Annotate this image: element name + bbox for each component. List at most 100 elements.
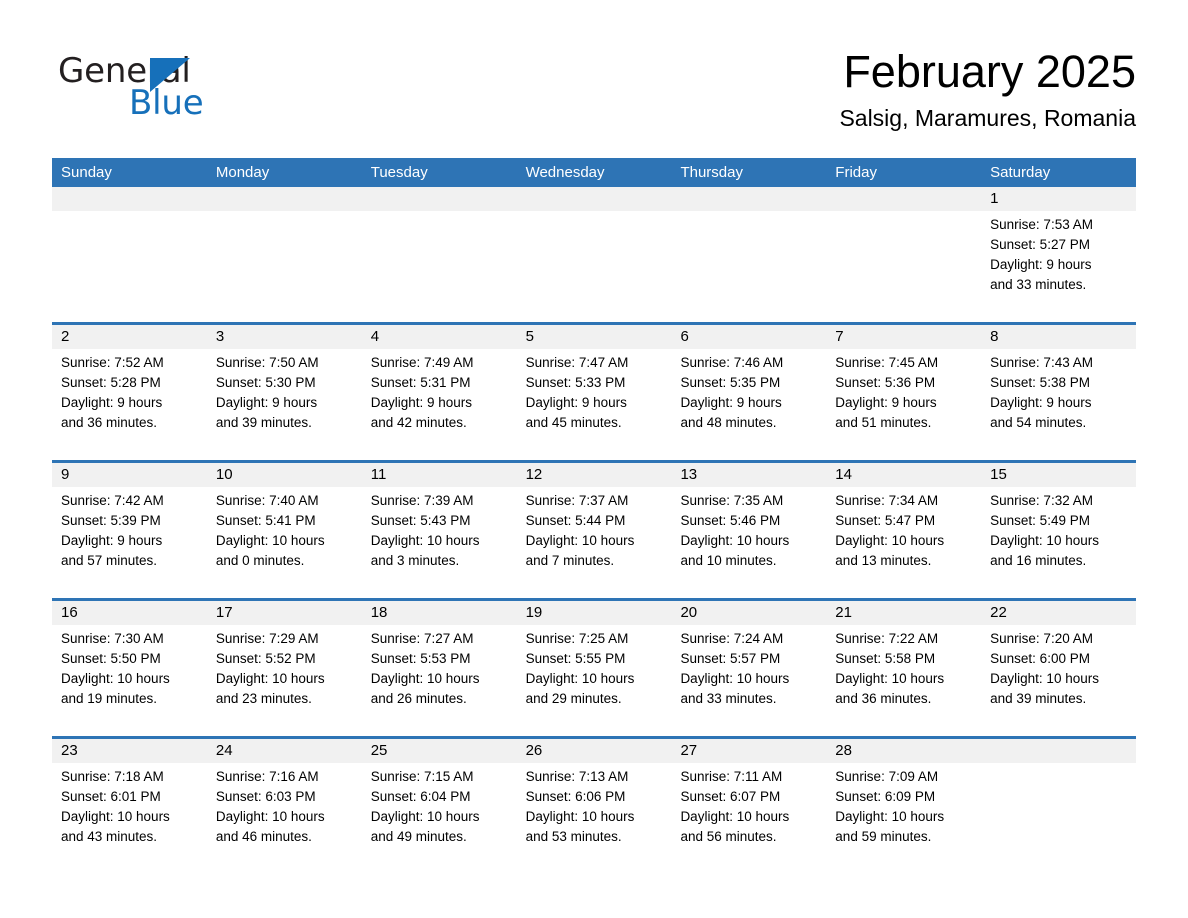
calendar-day-cell[interactable]: 4 Sunrise: 7:49 AM Sunset: 5:31 PM Daylight… (361, 325, 517, 454)
calendar-cell-empty (826, 187, 982, 316)
calendar-day-cell[interactable]: 16 Sunrise: 7:30 AM Sunset: 5:50 PM Dayligh… (52, 601, 207, 730)
daylight-text: and 49 minutes. (370, 829, 467, 844)
sunrise-text: Sunrise: 7:15 AM (370, 769, 474, 784)
daylight-text: and 54 minutes. (990, 415, 1087, 430)
sunrise-text: Sunrise: 7:18 AM (61, 769, 164, 784)
day-details: Sunrise: 7:53 AM Sunset: 5:27 PM Daylight:… (981, 211, 1136, 295)
day-number (516, 187, 672, 211)
sunset-text: Sunset: 5:44 PM (525, 513, 626, 528)
calendar-day-cell[interactable]: 19 Sunrise: 7:25 AM Sunset: 5:55 PM Dayligh… (516, 601, 672, 730)
sunset-text: Sunset: 5:38 PM (990, 375, 1090, 390)
calendar-day-cell[interactable]: 25 Sunrise: 7:15 AM Sunset: 6:04 PM Dayligh… (361, 739, 517, 868)
daylight-text: and 33 minutes. (680, 691, 777, 706)
sunrise-text: Sunrise: 7:50 AM (215, 355, 319, 370)
day-number: 27 (671, 739, 827, 763)
day-number: 1 (981, 187, 1137, 211)
sunset-text: Sunset: 5:49 PM (990, 513, 1090, 528)
page-header: General Blue February 2025 Salsig, Maram… (0, 0, 1188, 158)
daylight-text: and 0 minutes. (215, 553, 305, 568)
day-details: Sunrise: 7:25 AM Sunset: 5:55 PM Daylight:… (517, 625, 672, 709)
calendar-day-cell[interactable]: 1 Sunrise: 7:53 AM Sunset: 5:27 PM Daylight… (981, 187, 1137, 316)
calendar-day-cell[interactable]: 15 Sunrise: 7:32 AM Sunset: 5:49 PM Dayligh… (981, 463, 1137, 592)
daylight-text: Daylight: 9 hours (680, 395, 782, 410)
daylight-text: and 13 minutes. (835, 553, 932, 568)
daylight-text: Daylight: 10 hours (525, 671, 635, 686)
weekday-monday: Monday (215, 164, 270, 181)
day-details: Sunrise: 7:50 AM Sunset: 5:30 PM Daylight:… (207, 349, 362, 433)
daylight-text: and 42 minutes. (370, 415, 467, 430)
daylight-text: and 53 minutes. (525, 829, 622, 844)
title-block: February 2025 Salsig, Maramures, Romania (839, 46, 1136, 132)
day-number: 24 (206, 739, 362, 763)
calendar-day-cell[interactable]: 17 Sunrise: 7:29 AM Sunset: 5:52 PM Dayligh… (206, 601, 362, 730)
day-number: 9 (52, 463, 207, 487)
day-number: 7 (826, 325, 982, 349)
day-number (981, 739, 1137, 763)
sunrise-text: Sunrise: 7:29 AM (215, 631, 319, 646)
calendar-day-cell[interactable]: 21 Sunrise: 7:22 AM Sunset: 5:58 PM Dayligh… (826, 601, 982, 730)
day-details: Sunrise: 7:32 AM Sunset: 5:49 PM Daylight:… (981, 487, 1136, 571)
day-number: 28 (826, 739, 982, 763)
calendar-day-cell[interactable]: 20 Sunrise: 7:24 AM Sunset: 5:57 PM Dayligh… (671, 601, 827, 730)
sunrise-text: Sunrise: 7:24 AM (680, 631, 784, 646)
sunrise-text: Sunrise: 7:43 AM (990, 355, 1093, 370)
calendar-day-cell[interactable]: 2 Sunrise: 7:52 AM Sunset: 5:28 PM Daylight… (52, 325, 207, 454)
day-number: 15 (981, 463, 1137, 487)
calendar-day-cell[interactable]: 10 Sunrise: 7:40 AM Sunset: 5:41 PM Dayligh… (206, 463, 362, 592)
sunrise-text: Sunrise: 7:35 AM (680, 493, 784, 508)
daylight-text: and 46 minutes. (215, 829, 312, 844)
day-number: 17 (206, 601, 362, 625)
calendar-day-cell[interactable]: 22 Sunrise: 7:20 AM Sunset: 6:00 PM Dayligh… (981, 601, 1137, 730)
daylight-text: Daylight: 9 hours (215, 395, 318, 410)
daylight-text: and 48 minutes. (680, 415, 777, 430)
day-details: Sunrise: 7:35 AM Sunset: 5:46 PM Daylight:… (671, 487, 826, 571)
daylight-text: Daylight: 10 hours (990, 671, 1099, 686)
calendar-day-cell[interactable]: 24 Sunrise: 7:16 AM Sunset: 6:03 PM Dayligh… (206, 739, 362, 868)
daylight-text: and 3 minutes. (370, 553, 460, 568)
day-details: Sunrise: 7:34 AM Sunset: 5:47 PM Daylight:… (826, 487, 981, 571)
daylight-text: and 36 minutes. (61, 415, 158, 430)
calendar-day-cell[interactable]: 3 Sunrise: 7:50 AM Sunset: 5:30 PM Daylight… (206, 325, 362, 454)
day-details: Sunrise: 7:11 AM Sunset: 6:07 PM Daylight:… (671, 763, 826, 847)
day-number (826, 187, 982, 211)
day-details: Sunrise: 7:29 AM Sunset: 5:52 PM Daylight:… (207, 625, 362, 709)
calendar-day-cell[interactable]: 5 Sunrise: 7:47 AM Sunset: 5:33 PM Daylight… (516, 325, 672, 454)
calendar-day-cell[interactable]: 6 Sunrise: 7:46 AM Sunset: 5:35 PM Daylight… (671, 325, 827, 454)
weekday-wednesday: Wednesday (525, 164, 605, 181)
day-details: Sunrise: 7:42 AM Sunset: 5:39 PM Daylight:… (52, 487, 207, 571)
daylight-text: Daylight: 10 hours (215, 533, 325, 548)
calendar-day-cell[interactable]: 28 Sunrise: 7:09 AM Sunset: 6:09 PM Dayligh… (826, 739, 982, 868)
day-number: 20 (671, 601, 827, 625)
calendar-day-cell[interactable]: 14 Sunrise: 7:34 AM Sunset: 5:47 PM Dayligh… (826, 463, 982, 592)
sunset-text: Sunset: 5:43 PM (370, 513, 471, 528)
calendar-day-cell[interactable]: 26 Sunrise: 7:13 AM Sunset: 6:06 PM Dayligh… (516, 739, 672, 868)
daylight-text: and 59 minutes. (835, 829, 932, 844)
weekday-header-row: Sunday Monday Tuesday Wednesday Thursday… (52, 158, 1136, 187)
daylight-text: Daylight: 10 hours (835, 809, 945, 824)
daylight-text: and 23 minutes. (215, 691, 312, 706)
day-number: 11 (361, 463, 517, 487)
daylight-text: Daylight: 10 hours (61, 809, 170, 824)
day-details: Sunrise: 7:37 AM Sunset: 5:44 PM Daylight:… (517, 487, 672, 571)
daylight-text: and 57 minutes. (61, 553, 158, 568)
sunset-text: Sunset: 5:28 PM (61, 375, 161, 390)
calendar-day-cell[interactable]: 27 Sunrise: 7:11 AM Sunset: 6:07 PM Dayligh… (671, 739, 827, 868)
calendar-day-cell[interactable]: 13 Sunrise: 7:35 AM Sunset: 5:46 PM Dayligh… (671, 463, 827, 592)
sunrise-text: Sunrise: 7:45 AM (835, 355, 939, 370)
day-details: Sunrise: 7:18 AM Sunset: 6:01 PM Daylight:… (52, 763, 207, 847)
sunset-text: Sunset: 6:03 PM (215, 789, 316, 804)
daylight-text: Daylight: 10 hours (525, 533, 635, 548)
calendar-day-cell[interactable]: 18 Sunrise: 7:27 AM Sunset: 5:53 PM Dayligh… (361, 601, 517, 730)
sunset-text: Sunset: 5:50 PM (61, 651, 161, 666)
calendar-day-cell[interactable]: 8 Sunrise: 7:43 AM Sunset: 5:38 PM Daylight… (981, 325, 1137, 454)
daylight-text: and 33 minutes. (990, 277, 1087, 292)
daylight-text: and 56 minutes. (680, 829, 777, 844)
calendar-day-cell[interactable]: 11 Sunrise: 7:39 AM Sunset: 5:43 PM Dayligh… (361, 463, 517, 592)
calendar-day-cell[interactable]: 7 Sunrise: 7:45 AM Sunset: 5:36 PM Daylight… (826, 325, 982, 454)
calendar-day-cell[interactable]: 23 Sunrise: 7:18 AM Sunset: 6:01 PM Dayligh… (52, 739, 207, 868)
calendar-weeks: 1 Sunrise: 7:53 AM Sunset: 5:27 PM Daylight… (52, 187, 1137, 868)
daylight-text: Daylight: 10 hours (680, 809, 790, 824)
sunset-text: Sunset: 5:53 PM (370, 651, 471, 666)
calendar-day-cell[interactable]: 12 Sunrise: 7:37 AM Sunset: 5:44 PM Dayligh… (516, 463, 672, 592)
calendar-day-cell[interactable]: 9 Sunrise: 7:42 AM Sunset: 5:39 PM Daylight… (52, 463, 207, 592)
